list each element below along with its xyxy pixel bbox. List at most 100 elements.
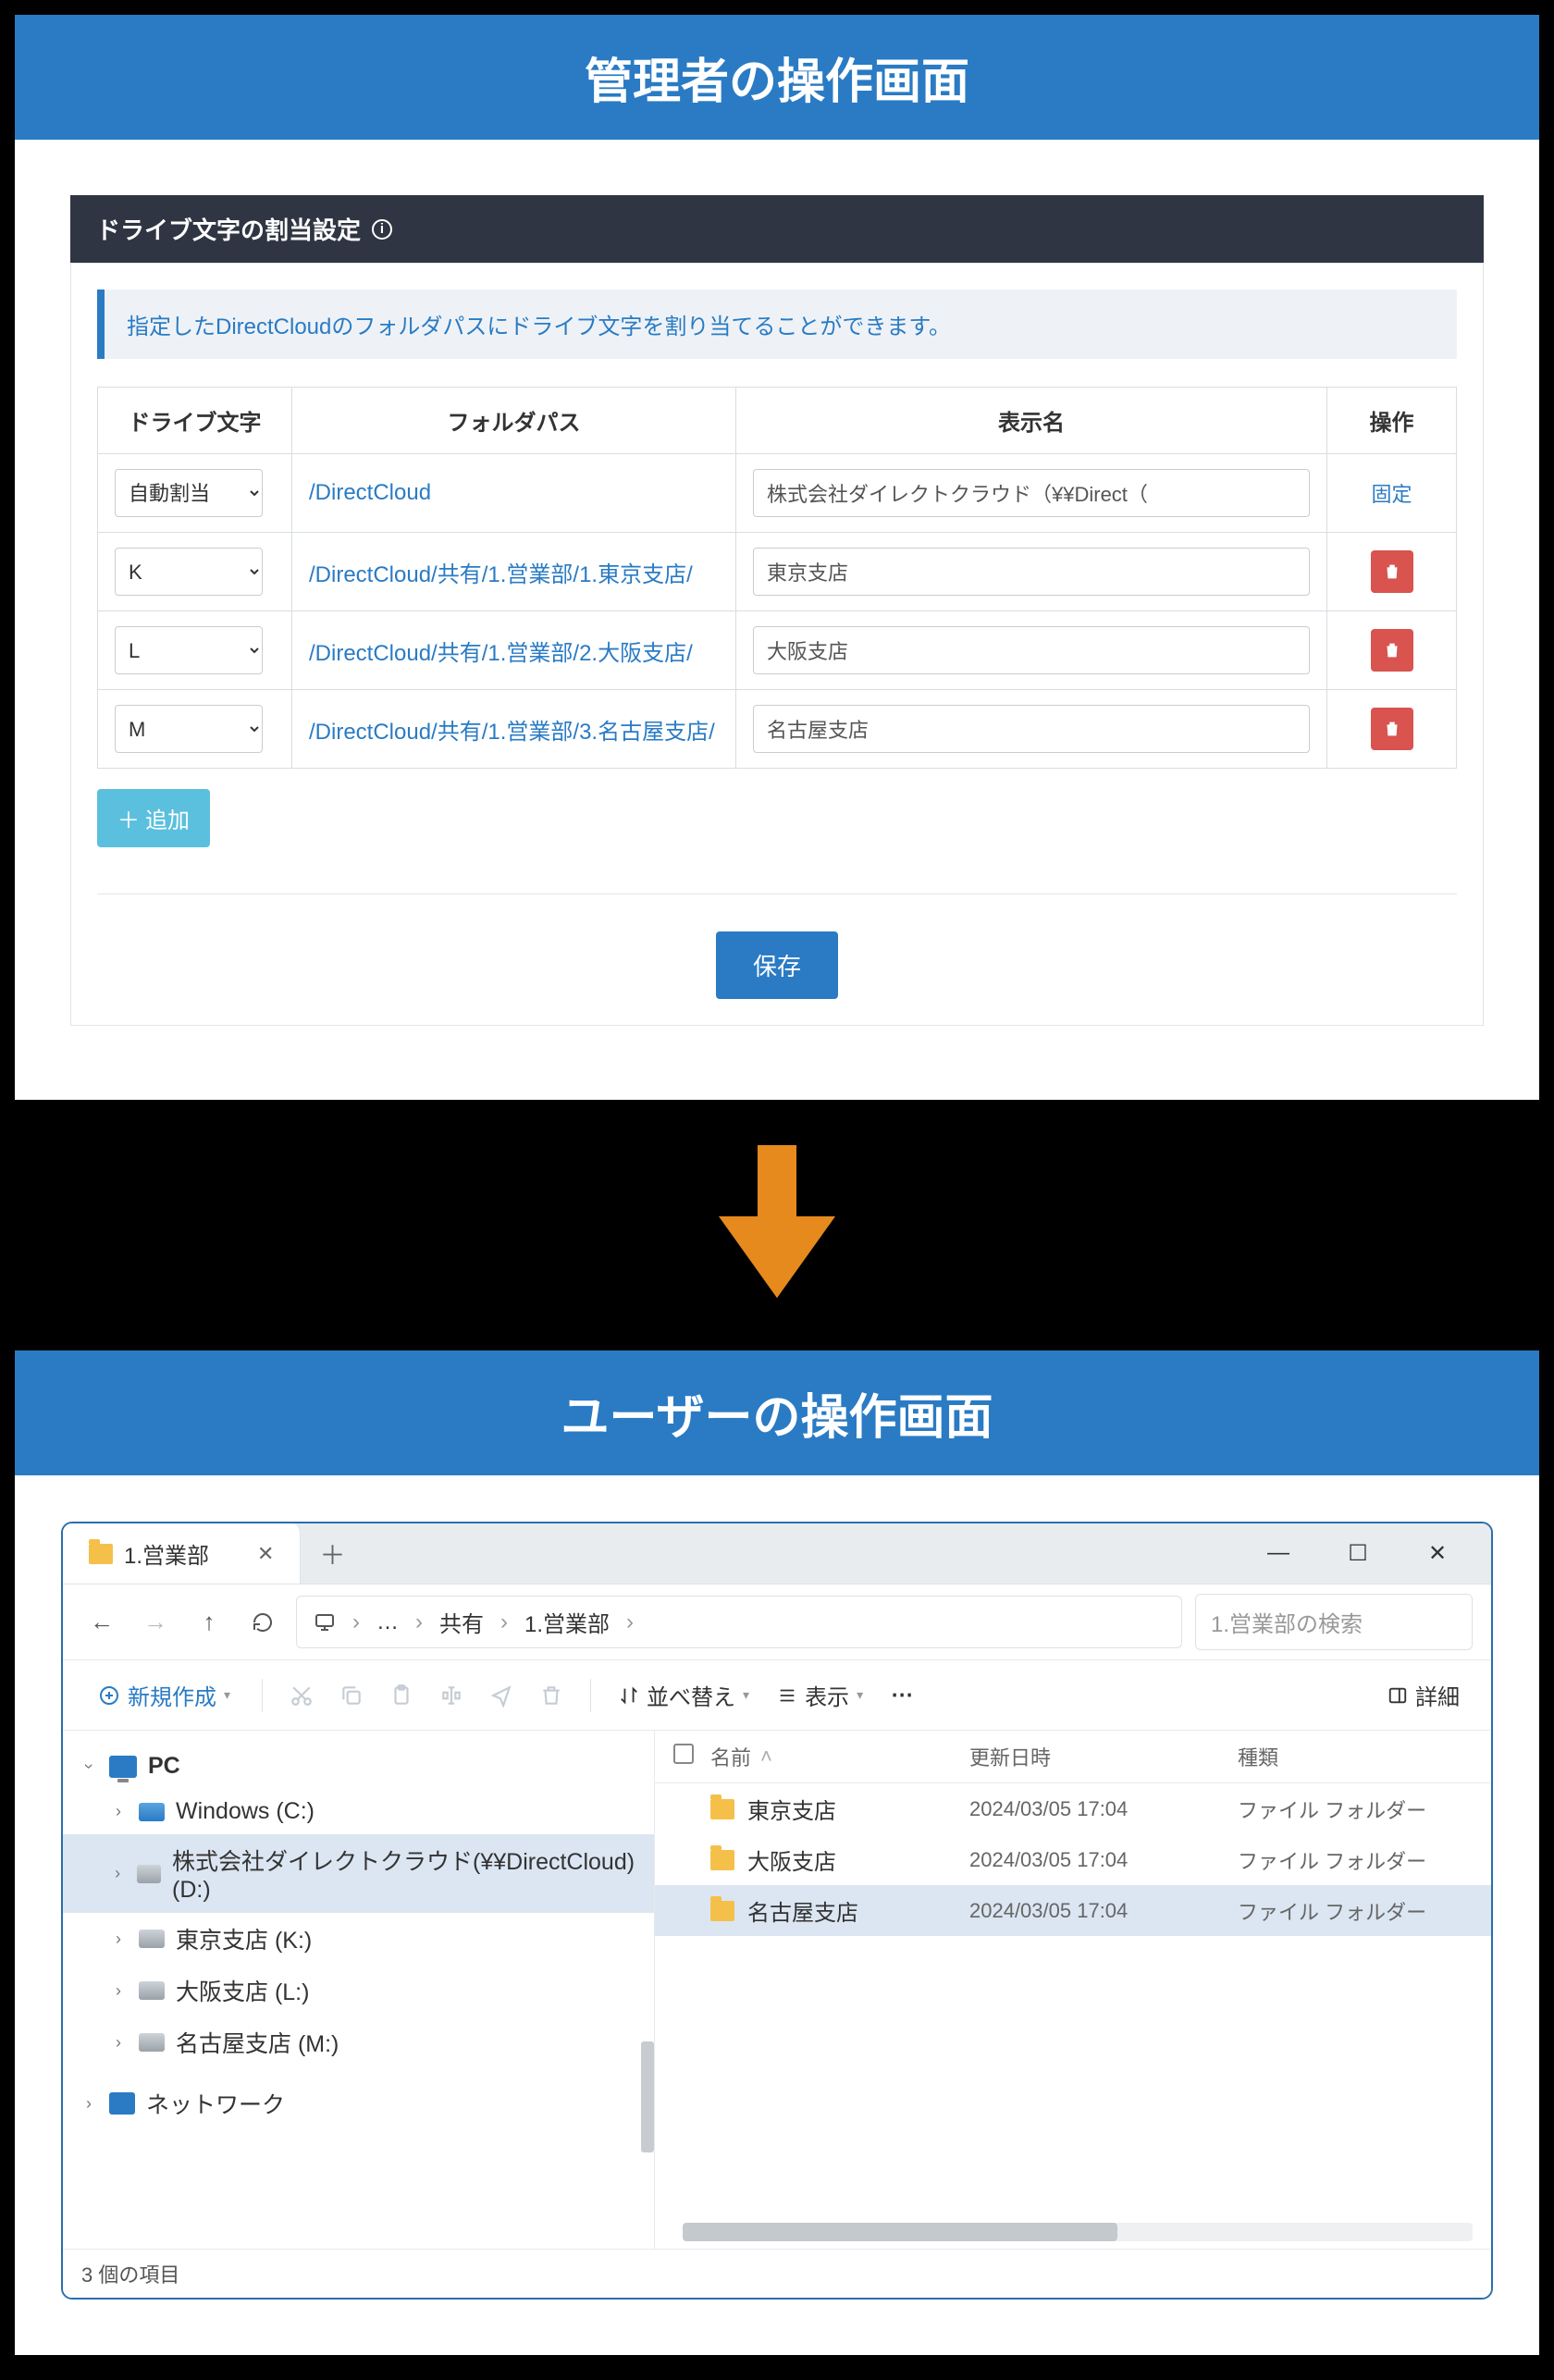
tree-network[interactable]: › ネットワーク: [63, 2078, 654, 2129]
info-icon[interactable]: i: [372, 219, 392, 240]
breadcrumb-bar[interactable]: › … › 共有 › 1.営業部 ›: [296, 1596, 1182, 1648]
tree-directcloud[interactable]: › 株式会社ダイレクトクラウド(¥¥DirectCloud) (D:): [63, 1834, 654, 1913]
close-icon[interactable]: ✕: [1421, 1540, 1454, 1567]
admin-frame: 管理者の操作画面 ドライブ文字の割当設定 i 指定したDirectCloudのフ…: [7, 7, 1547, 1107]
nav-forward-button[interactable]: →: [135, 1602, 176, 1643]
col-name-label[interactable]: 名前: [710, 1742, 751, 1771]
col-path: フォルダパス: [292, 388, 736, 454]
tree-tokyo-label: 東京支店 (K:): [176, 1922, 312, 1955]
detail-pane-button[interactable]: 詳細: [1378, 1671, 1469, 1719]
flow-arrow: [7, 1107, 1547, 1343]
search-input[interactable]: 1.営業部の検索: [1195, 1594, 1473, 1650]
table-row: 自動割当/DirectCloud固定: [98, 454, 1457, 533]
display-name-input[interactable]: [753, 548, 1310, 596]
new-tab-button[interactable]: ＋: [301, 1535, 364, 1572]
pc-icon: [109, 1756, 137, 1778]
folder-path-link[interactable]: /DirectCloud: [309, 480, 431, 505]
plus-icon: ＋: [117, 802, 140, 834]
panel-title-text: ドライブ文字の割当設定: [96, 212, 361, 246]
tree-tokyo[interactable]: › 東京支店 (K:): [63, 1913, 654, 1965]
tree-windows[interactable]: › Windows (C:): [63, 1789, 654, 1834]
network-icon: [109, 2092, 135, 2115]
col-type-label[interactable]: 種類: [1238, 1742, 1473, 1771]
file-list-header: 名前 ˄ 更新日時 種類: [655, 1731, 1491, 1783]
drive-icon: [139, 2033, 165, 2052]
folder-path-link[interactable]: /DirectCloud/共有/1.営業部/3.名古屋支店/: [309, 720, 715, 745]
nav-refresh-button[interactable]: [242, 1602, 283, 1643]
drive-letter-select[interactable]: M: [115, 705, 263, 753]
col-date-label[interactable]: 更新日時: [969, 1742, 1238, 1771]
file-row[interactable]: 東京支店2024/03/05 17:04ファイル フォルダー: [655, 1783, 1491, 1834]
display-name-input[interactable]: [753, 705, 1310, 753]
tab-close-icon[interactable]: ✕: [257, 1542, 274, 1566]
delete-row-button[interactable]: [1371, 550, 1413, 593]
save-button[interactable]: 保存: [716, 931, 838, 999]
notice-bar: 指定したDirectCloudのフォルダパスにドライブ文字を割り当てることができ…: [97, 290, 1457, 359]
sort-icon: [619, 1685, 639, 1706]
horizontal-scrollbar[interactable]: [683, 2223, 1473, 2241]
tree-osaka[interactable]: › 大阪支店 (L:): [63, 1965, 654, 2016]
list-icon: [777, 1685, 797, 1706]
chevron-right-icon: ›: [109, 1930, 128, 1949]
crumb-share[interactable]: 共有: [439, 1606, 484, 1638]
delete-row-button[interactable]: [1371, 708, 1413, 750]
chevron-right-icon: ›: [109, 1864, 126, 1883]
window-controls: — ☐ ✕: [1262, 1540, 1473, 1567]
nav-up-button[interactable]: ↑: [189, 1602, 229, 1643]
tree-nagoya[interactable]: › 名古屋支店 (M:): [63, 2016, 654, 2068]
maximize-icon[interactable]: ☐: [1341, 1540, 1375, 1567]
tree-pc[interactable]: › PC: [63, 1744, 654, 1789]
drive-letter-select[interactable]: L: [115, 626, 263, 674]
sort-label: 並べ替え: [647, 1679, 735, 1711]
folder-path-link[interactable]: /DirectCloud/共有/1.営業部/2.大阪支店/: [309, 641, 693, 666]
view-label: 表示: [805, 1679, 849, 1711]
nav-tree: › PC › Windows (C:) › 株式会社ダイレクトクラウド(¥¥Di…: [63, 1731, 655, 2249]
share-button[interactable]: [481, 1675, 522, 1716]
admin-content: ドライブ文字の割当設定 i 指定したDirectCloudのフォルダパスにドライ…: [15, 140, 1539, 1100]
folder-icon: [710, 1799, 734, 1819]
delete-button[interactable]: [531, 1675, 572, 1716]
delete-row-button[interactable]: [1371, 629, 1413, 672]
display-name-input[interactable]: [753, 626, 1310, 674]
col-op: 操作: [1327, 388, 1457, 454]
new-button[interactable]: 新規作成 ▾: [85, 1671, 243, 1719]
folder-path-link[interactable]: /DirectCloud/共有/1.営業部/1.東京支店/: [309, 562, 693, 587]
col-drive: ドライブ文字: [98, 388, 292, 454]
copy-button[interactable]: [331, 1675, 372, 1716]
col-display: 表示名: [736, 388, 1327, 454]
add-button-label: 追加: [145, 802, 190, 834]
crumb-current[interactable]: 1.営業部: [524, 1606, 610, 1638]
tree-nagoya-label: 名古屋支店 (M:): [176, 2026, 339, 2059]
view-button[interactable]: 表示 ▾: [768, 1671, 872, 1719]
tab-active[interactable]: 1.営業部 ✕: [63, 1523, 301, 1584]
tree-pc-label: PC: [148, 1753, 180, 1780]
chevron-right-icon: ›: [109, 1981, 128, 2001]
minimize-icon[interactable]: —: [1262, 1540, 1295, 1567]
file-date: 2024/03/05 17:04: [969, 1899, 1238, 1923]
chevron-down-icon: ▾: [857, 1687, 863, 1703]
add-button[interactable]: ＋ 追加: [97, 789, 210, 847]
file-row[interactable]: 大阪支店2024/03/05 17:04ファイル フォルダー: [655, 1834, 1491, 1885]
chevron-down-icon: ›: [80, 1757, 99, 1776]
drive-letter-select[interactable]: 自動割当: [115, 469, 263, 517]
file-date: 2024/03/05 17:04: [969, 1848, 1238, 1872]
explorer-body: › PC › Windows (C:) › 株式会社ダイレクトクラウド(¥¥Di…: [63, 1731, 1491, 2249]
cut-button[interactable]: [281, 1675, 322, 1716]
new-button-label: 新規作成: [128, 1679, 216, 1711]
rename-button[interactable]: [431, 1675, 472, 1716]
chevron-down-icon: ▾: [224, 1687, 230, 1703]
panel-icon: [1388, 1685, 1408, 1706]
tree-windows-label: Windows (C:): [176, 1798, 314, 1825]
tree-scrollbar[interactable]: [641, 2041, 654, 2152]
nav-back-button[interactable]: ←: [81, 1602, 122, 1643]
file-row[interactable]: 名古屋支店2024/03/05 17:04ファイル フォルダー: [655, 1885, 1491, 1936]
scrollbar-thumb[interactable]: [683, 2223, 1117, 2241]
select-all-checkbox[interactable]: [673, 1744, 694, 1764]
tree-osaka-label: 大阪支店 (L:): [176, 1974, 309, 2007]
sort-button[interactable]: 並べ替え ▾: [610, 1671, 758, 1719]
crumb-ellipsis[interactable]: …: [376, 1609, 399, 1635]
more-button[interactable]: ⋯: [882, 1675, 922, 1716]
display-name-input[interactable]: [753, 469, 1310, 517]
paste-button[interactable]: [381, 1675, 422, 1716]
drive-letter-select[interactable]: K: [115, 548, 263, 596]
